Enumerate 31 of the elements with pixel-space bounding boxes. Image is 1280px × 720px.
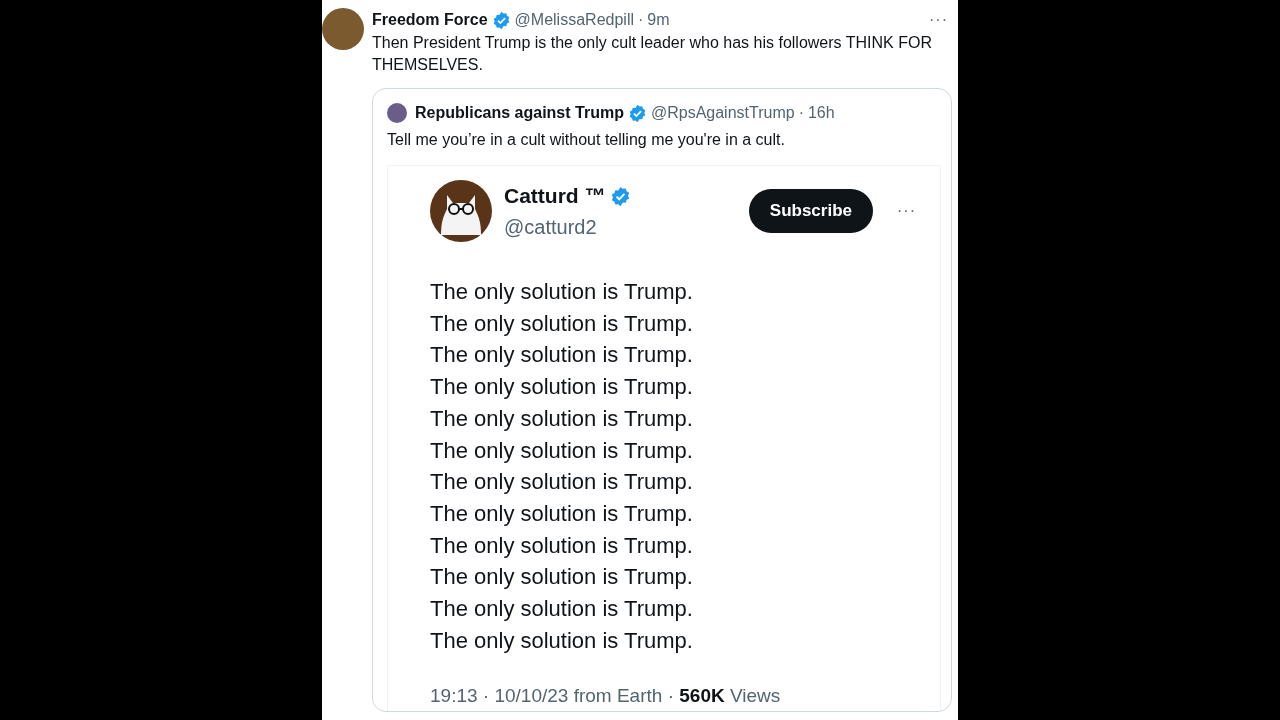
post-text-line: The only solution is Trump. xyxy=(430,595,694,624)
avatar-photo-placeholder xyxy=(387,103,407,123)
author-name[interactable]: Republicans against Trump xyxy=(415,101,624,125)
post-text-line: The only solution is Trump. xyxy=(430,341,694,370)
post-text-line: The only solution is Trump. xyxy=(430,404,694,433)
quote-card[interactable] xyxy=(372,88,952,712)
post-text-line: The only solution is Trump. xyxy=(430,626,694,655)
subscribe-button: Subscribe xyxy=(748,189,873,233)
post-text-line: The only solution is Trump. xyxy=(430,563,694,592)
post-meta: 19:13 · 10/10/23 from Earth · 560K Views xyxy=(430,684,782,709)
post-text-line: The only solution is Trump. xyxy=(430,278,694,306)
author-handle[interactable]: @MelissaRedpill xyxy=(514,8,634,32)
more-options-icon[interactable]: ··· xyxy=(929,8,948,32)
post-time[interactable]: 16h xyxy=(807,101,835,125)
author-name[interactable]: Freedom Force xyxy=(372,8,488,32)
post-text-line: The only solution is Trump. xyxy=(430,373,694,402)
author-handle[interactable]: @RpsAgainstTrump xyxy=(650,101,795,125)
post-text-line: The only solution is Trump. xyxy=(430,468,694,497)
post-text: Then President Trump is the only cult leader who has his followers THINK FOR THEMSELVES. xyxy=(372,33,933,75)
post-text-line: The only solution is Trump. xyxy=(430,531,694,560)
separator-dot: · xyxy=(638,10,644,30)
author-name: Catturd ™ xyxy=(504,183,606,210)
post-text-line: The only solution is Trump. xyxy=(430,436,694,465)
author-handle: @catturd2 xyxy=(504,214,598,240)
avatar-photo-placeholder xyxy=(322,8,364,50)
post-time[interactable]: 9m xyxy=(647,8,670,32)
quote-text: Tell me you’re in a cult without telling me you're in a cult. xyxy=(387,130,786,150)
post-text-line: The only solution is Trump. xyxy=(430,499,694,528)
post-text-line: The only solution is Trump. xyxy=(430,309,694,338)
more-options-icon: ··· xyxy=(897,199,916,223)
separator-dot: · xyxy=(798,103,804,123)
